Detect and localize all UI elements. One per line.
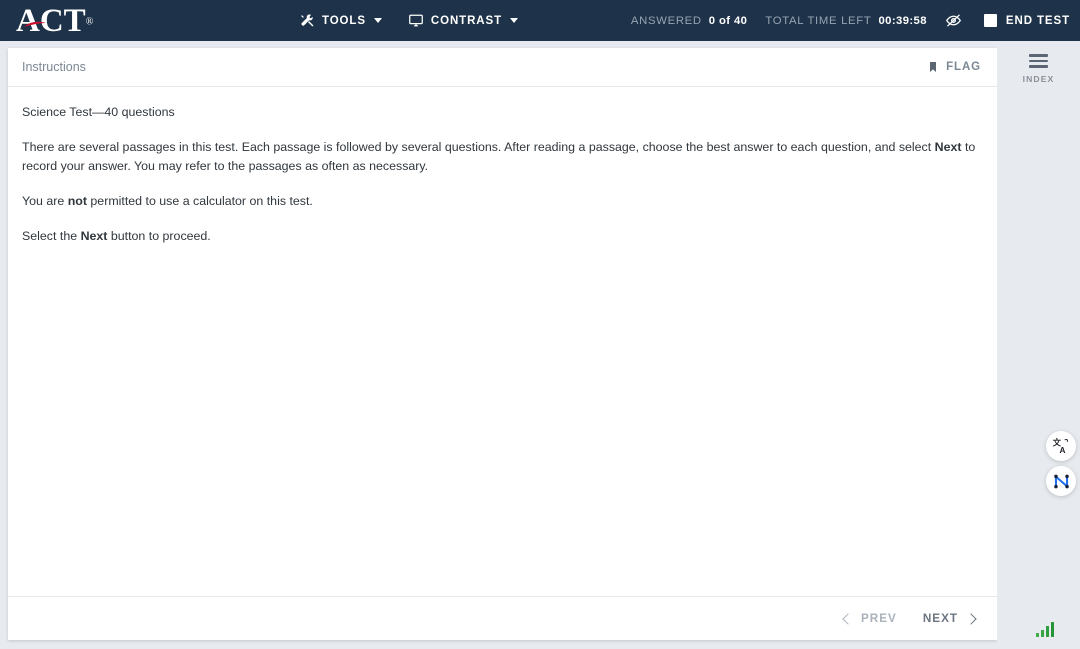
time-left-value: 00:39:58 (878, 14, 927, 27)
translate-button[interactable]: 文 A (1046, 431, 1076, 461)
act-logo-swoosh-icon (24, 21, 46, 28)
chevron-left-icon (842, 612, 854, 625)
act-logo: ACT® (16, 4, 93, 38)
floating-action-buttons: 文 A (1046, 431, 1076, 496)
network-nodes-icon (1053, 474, 1069, 488)
contrast-menu-label: CONTRAST (430, 14, 502, 27)
flag-button[interactable]: FLAG (927, 60, 981, 74)
instructions-body: Science Test—40 questions There are seve… (8, 87, 997, 596)
answered-label: ANSWERED (630, 14, 702, 27)
tools-menu-button[interactable]: TOOLS (300, 13, 382, 28)
paragraph-2-part-c: permitted to use a calculator on this te… (86, 194, 313, 208)
prev-label: PREV (861, 612, 897, 625)
tools-icon (300, 13, 315, 28)
paragraph-3-part-c: button to proceed. (107, 229, 211, 243)
top-menu: TOOLS CONTRAST (300, 13, 518, 28)
hide-timer-button[interactable] (945, 12, 962, 29)
tools-menu-label: TOOLS (322, 14, 366, 27)
instructions-heading: Science Test—40 questions (22, 105, 175, 119)
paragraph-1-bold-next: Next (934, 140, 962, 154)
end-test-button[interactable]: END TEST (983, 14, 1070, 27)
top-bar: ACT® TOOLS CONTRAST ANSWERED 0 of 40 TOT… (0, 0, 1080, 41)
status-area: ANSWERED 0 of 40 TOTAL TIME LEFT 00:39:5… (631, 0, 1070, 41)
contrast-menu-button[interactable]: CONTRAST (408, 13, 518, 28)
monitor-icon (408, 13, 424, 28)
instructions-paragraph-2: You are not permitted to use a calculato… (22, 192, 983, 211)
network-nodes-button[interactable] (1046, 466, 1076, 496)
hamburger-icon (1029, 54, 1048, 68)
svg-text:A: A (1060, 446, 1066, 455)
chevron-down-icon (373, 18, 382, 23)
chevron-down-icon (510, 18, 518, 23)
answered-value: 0 of 40 (708, 14, 748, 27)
right-rail: INDEX 文 A (997, 41, 1080, 649)
next-label: NEXT (922, 612, 958, 625)
bookmark-icon (930, 62, 937, 72)
next-button[interactable]: NEXT (922, 612, 977, 625)
paragraph-2-bold-not: not (67, 194, 87, 208)
index-label: INDEX (1022, 73, 1055, 84)
act-test-app: ACT® TOOLS CONTRAST ANSWERED 0 of 40 TOT… (0, 0, 1080, 649)
instructions-paragraph-1: There are several passages in this test.… (22, 138, 983, 176)
index-button[interactable]: INDEX (997, 54, 1080, 84)
stop-square-icon (983, 14, 997, 27)
flag-label: FLAG (946, 61, 981, 73)
paragraph-1-part-a: There are several passages in this test.… (22, 140, 935, 154)
act-logo-registered: ® (85, 16, 94, 28)
logo-area: ACT® (0, 0, 300, 41)
paragraph-3-part-a: Select the (22, 229, 81, 243)
paragraph-2-part-a: You are (22, 194, 68, 208)
chevron-right-icon (965, 612, 977, 625)
instructions-paragraph-3: Select the Next button to proceed. (22, 227, 983, 246)
page-title: Instructions (22, 60, 86, 74)
card-header: Instructions FLAG (8, 48, 997, 87)
prev-button[interactable]: PREV (842, 612, 897, 625)
end-test-label: END TEST (1005, 14, 1070, 27)
translate-icon: 文 A (1053, 437, 1068, 455)
card-footer: PREV NEXT (8, 596, 997, 640)
signal-bars-icon (1036, 622, 1054, 637)
time-left-label: TOTAL TIME LEFT (765, 14, 872, 27)
paragraph-3-bold-next: Next (80, 229, 108, 243)
content-card: Instructions FLAG Science Test—40 questi… (8, 48, 997, 640)
eye-slash-icon (945, 14, 961, 27)
